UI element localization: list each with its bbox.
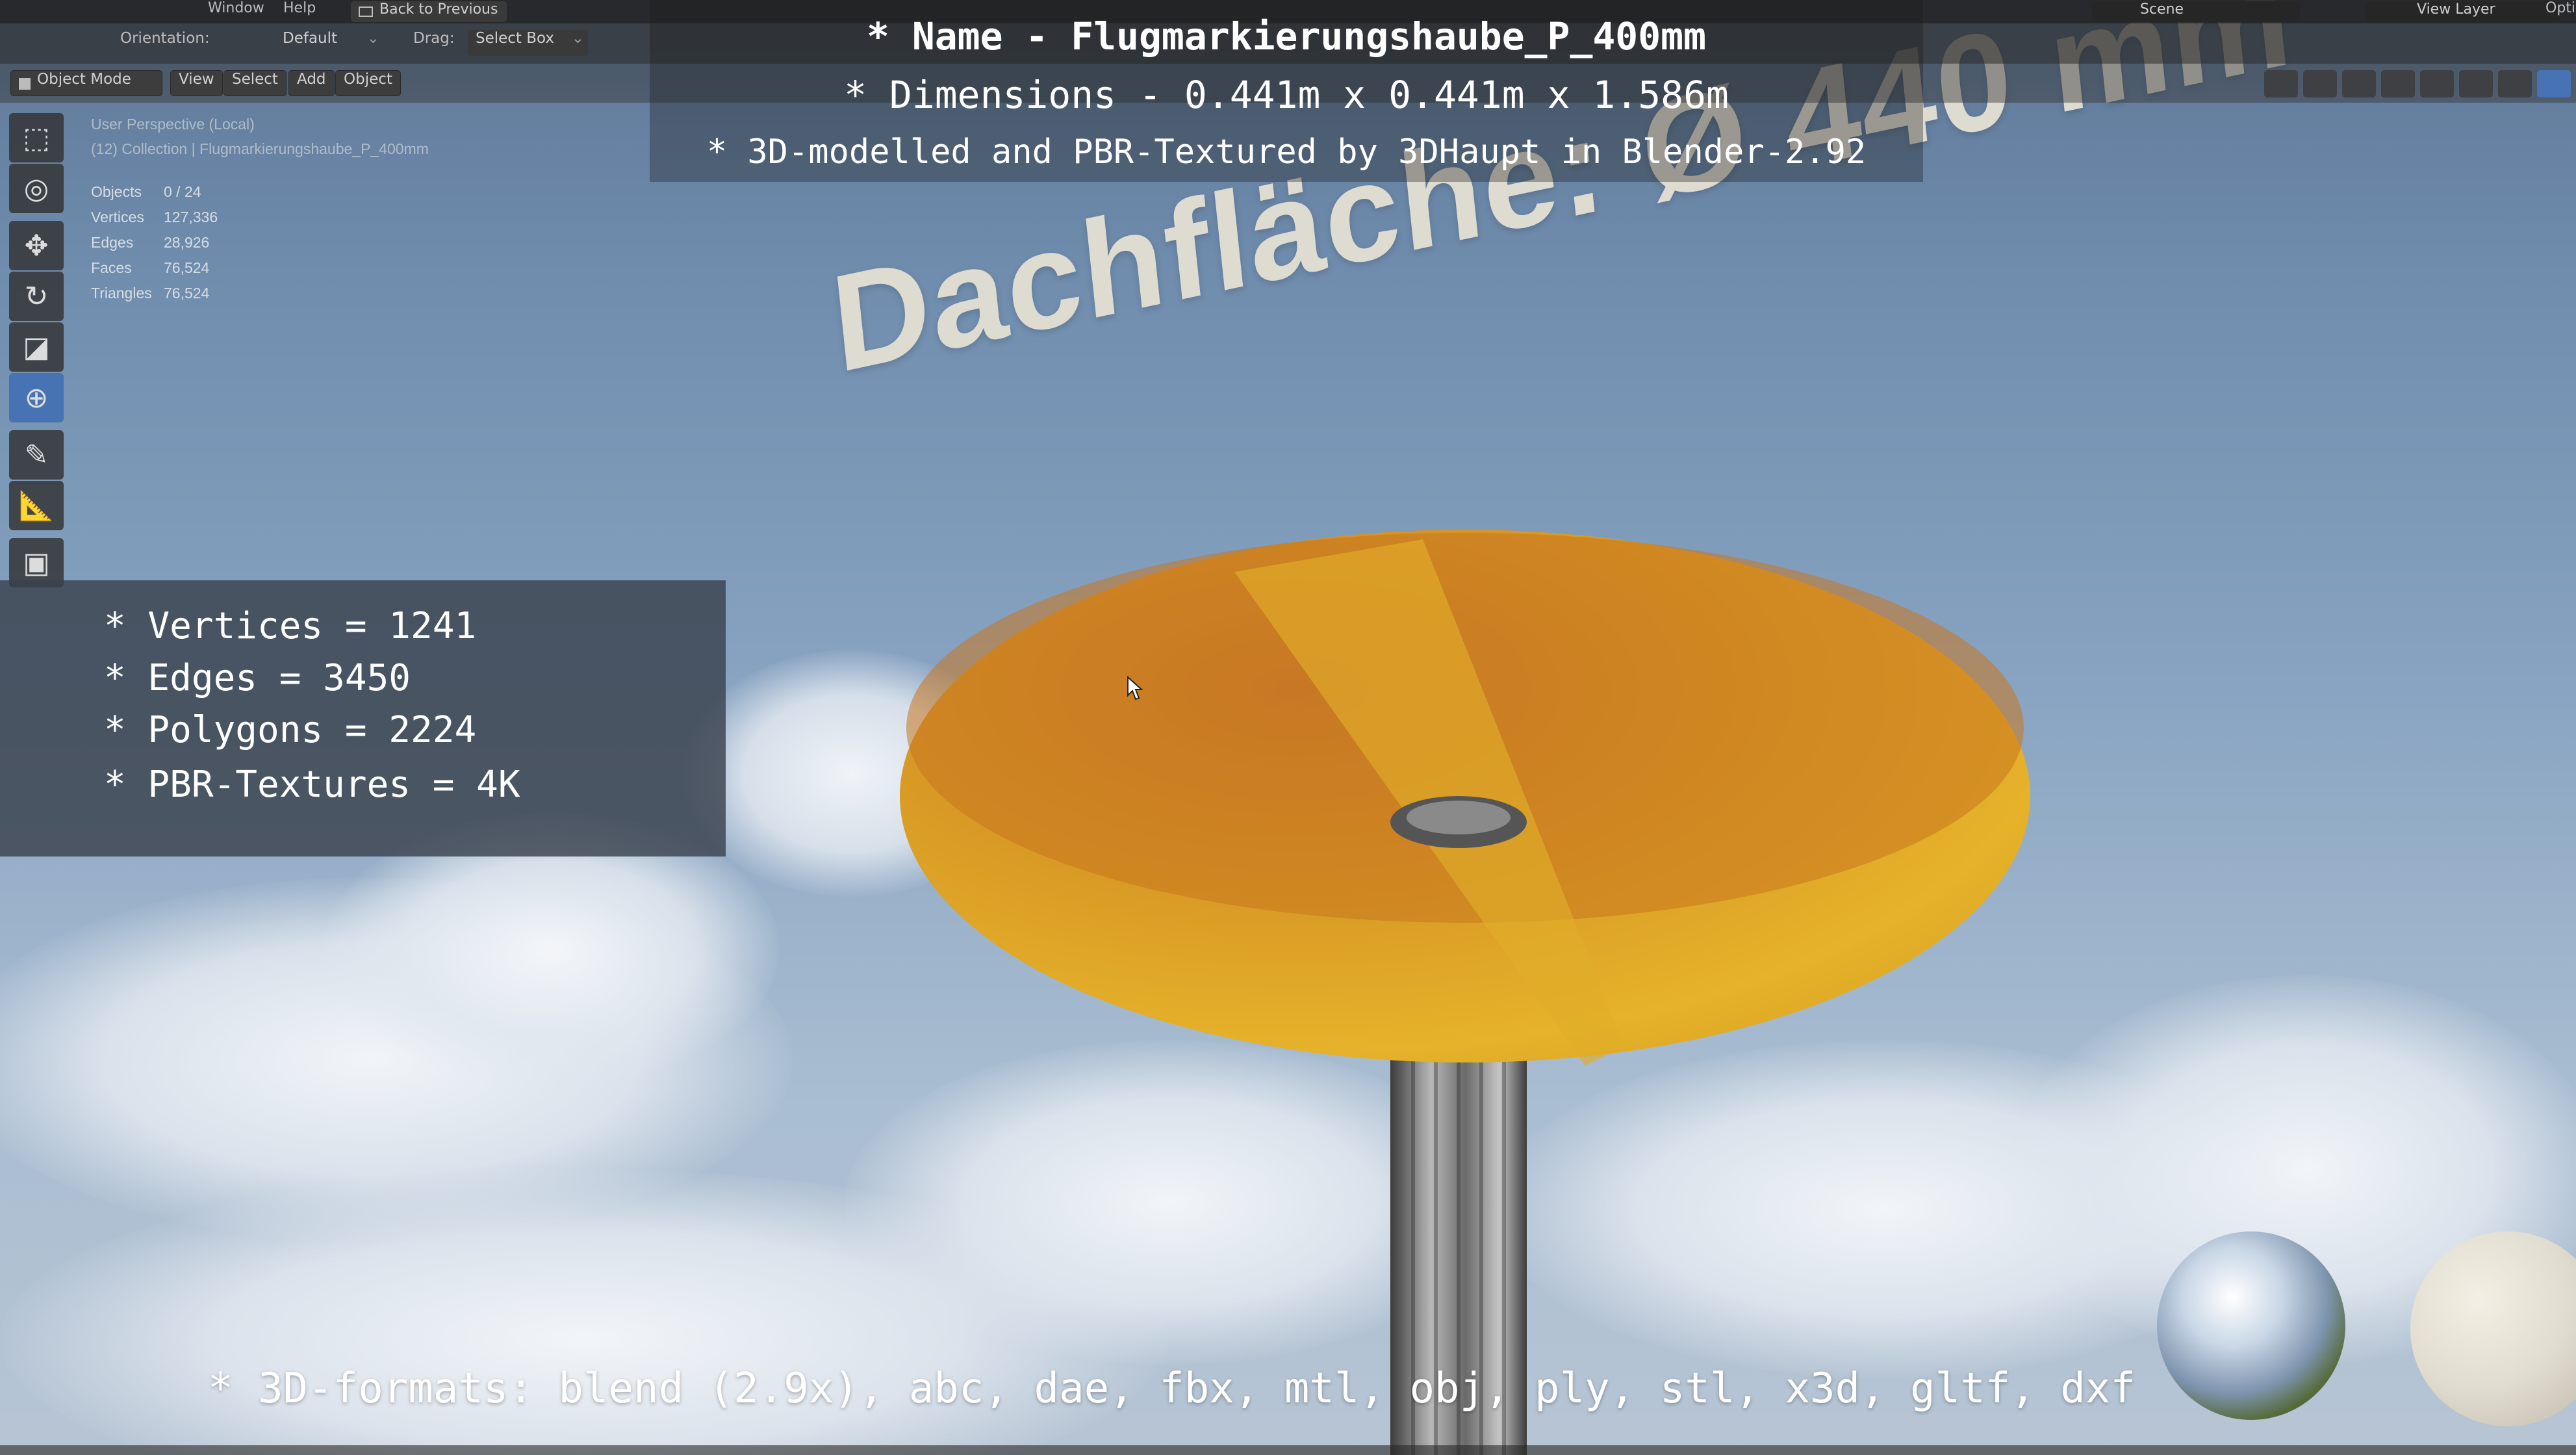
mode-icon <box>19 78 31 90</box>
stat-row-objects: Objects 0 / 24 <box>91 179 218 205</box>
move-icon[interactable]: ✥ <box>9 221 64 270</box>
mouse-cursor-icon <box>1127 676 1143 701</box>
viewport-perspective-label: User Perspective (Local) <box>91 116 255 133</box>
model-dimensions-text: * Dimensions - 0.441m x 0.441m x 1.586m <box>844 73 1729 117</box>
spec-pbr-textures: * PBR-Textures = 4K <box>104 764 520 806</box>
transform-icon[interactable]: ⊕ <box>9 373 64 422</box>
wireframe-shading-icon[interactable] <box>2420 70 2454 97</box>
back-to-previous-button[interactable]: Back to Previous <box>351 1 507 22</box>
select-menu[interactable]: Select <box>223 70 287 96</box>
object-menu[interactable]: Object <box>335 70 401 96</box>
stat-key: Triangles <box>91 285 152 302</box>
status-bar <box>0 1445 2576 1455</box>
stat-row-triangles: Triangles 76,524 <box>91 281 218 306</box>
stat-value: 28,926 <box>164 234 210 251</box>
add-menu[interactable]: Add <box>288 70 335 96</box>
scene-selector[interactable]: Scene <box>2092 1 2300 22</box>
visibility-icon[interactable] <box>2264 70 2298 97</box>
scene-statistics: Objects 0 / 24 Vertices 127,336 Edges 28,92… <box>91 179 218 306</box>
orientation-value: Default <box>283 30 338 47</box>
drag-label: Drag: <box>413 30 455 47</box>
stat-row-edges: Edges 28,926 <box>91 230 218 255</box>
hdri-sphere <box>2157 1231 2345 1420</box>
stat-row-faces: Faces 76,524 <box>91 255 218 281</box>
overlay-icon[interactable] <box>2342 70 2376 97</box>
select-box-icon[interactable]: ⬚ <box>9 113 64 162</box>
chevron-down-icon: ⌄ <box>366 30 379 47</box>
stat-key: Objects <box>91 183 142 200</box>
view-menu[interactable]: View <box>170 70 223 96</box>
spec-edges: * Edges = 3450 <box>104 657 411 699</box>
stat-row-vertices: Vertices 127,336 <box>91 205 218 230</box>
stat-key: Faces <box>91 259 132 276</box>
rotate-icon[interactable]: ↻ <box>9 272 64 321</box>
stat-value: 0 / 24 <box>164 183 201 200</box>
xray-icon[interactable] <box>2381 70 2415 97</box>
spec-vertices: * Vertices = 1241 <box>104 605 477 647</box>
options-menu[interactable]: Opti <box>2545 0 2575 23</box>
gizmo-icon[interactable] <box>2303 70 2337 97</box>
stat-value: 76,524 <box>164 285 210 302</box>
annotate-icon[interactable]: ✎ <box>9 430 64 480</box>
solid-shading-icon[interactable] <box>2459 70 2493 97</box>
view-layer-name: View Layer <box>2417 1 2495 18</box>
scale-icon[interactable]: ◪ <box>9 322 64 372</box>
stat-value: 127,336 <box>164 209 218 225</box>
rendered-shading-icon[interactable] <box>2537 70 2571 97</box>
stat-value: 76,524 <box>164 259 210 276</box>
stat-key: Edges <box>91 234 134 251</box>
menu-item-help[interactable]: Help <box>283 0 316 23</box>
orientation-dropdown[interactable]: Default ⌄ <box>257 30 383 56</box>
menu-item-window[interactable]: Window <box>208 0 264 23</box>
drag-dropdown[interactable]: Select Box ⌄ <box>468 30 588 56</box>
back-to-previous-label: Back to Previous <box>379 1 498 18</box>
stat-key: Vertices <box>91 209 144 225</box>
orientation-label: Orientation: <box>120 30 210 47</box>
object-mode-label: Object Mode <box>37 71 131 88</box>
cursor-icon[interactable]: ◎ <box>9 164 64 213</box>
view-layer-selector[interactable]: View Layer <box>2365 1 2560 22</box>
drag-value: Select Box <box>476 30 555 47</box>
viewport-collection-label: (12) Collection | Flugmarkierungshaube_P… <box>91 140 429 157</box>
material-shading-icon[interactable] <box>2498 70 2532 97</box>
object-mode-dropdown[interactable]: Object Mode <box>10 70 162 96</box>
spec-overlay-panel: * Vertices = 1241 * Edges = 3450 * Polyg… <box>0 580 726 856</box>
measure-icon[interactable]: 📐 <box>9 481 64 530</box>
screen-icon <box>359 6 373 17</box>
formats-text: * 3D-formats: blend (2.9x), abc, dae, fb… <box>208 1365 2136 1413</box>
model-credits-text: * 3D-modelled and PBR-Textured by 3DHaup… <box>706 133 1867 172</box>
model-name-text: * Name - Flugmarkierungshaube_P_400mm <box>866 14 1706 58</box>
spec-polygons: * Polygons = 2224 <box>104 709 477 751</box>
scene-name: Scene <box>2140 1 2184 18</box>
chevron-down-icon: ⌄ <box>571 30 584 47</box>
